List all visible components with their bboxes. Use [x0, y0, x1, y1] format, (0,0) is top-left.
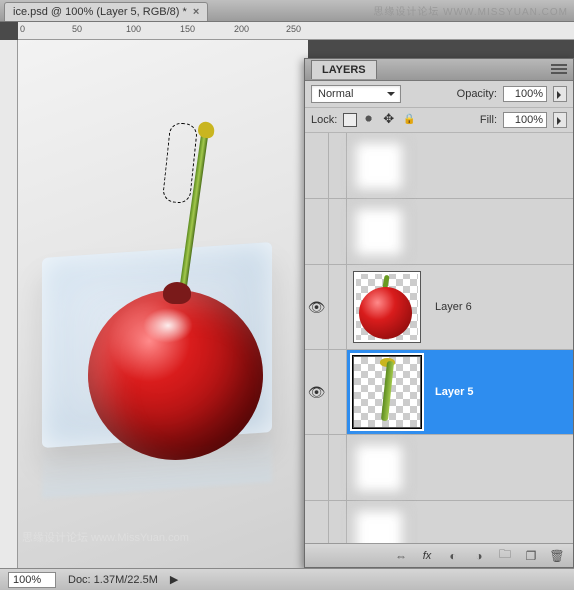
fx-icon[interactable]: fx [419, 548, 435, 564]
document-title: ice.psd @ 100% (Layer 5, RGB/8) * [13, 6, 187, 18]
opacity-input[interactable]: 100% [503, 86, 547, 102]
ruler-tick: 250 [286, 24, 301, 34]
panel-menu-icon[interactable] [551, 64, 567, 76]
link-col [329, 265, 347, 349]
layer-list: 👁 Layer 6 👁 Layer 5 [305, 133, 573, 543]
lock-position-icon[interactable] [383, 113, 397, 127]
lock-icons [343, 113, 417, 127]
ruler-horizontal: 0 50 100 150 200 250 [18, 22, 574, 40]
link-col [329, 199, 347, 264]
watermark-top: 思缘设计论坛 WWW.MISSYUAN.COM [373, 3, 568, 18]
lock-transparent-icon[interactable] [343, 113, 357, 127]
status-bar: 100% Doc: 1.37M/22.5M ▶ [0, 568, 574, 590]
visibility-toggle[interactable] [305, 199, 329, 264]
lock-row: Lock: Fill: 100% [305, 108, 573, 133]
lock-label: Lock: [311, 114, 337, 126]
layer-row-layer5[interactable]: 👁 Layer 5 [305, 350, 573, 435]
layer-thumb[interactable] [353, 508, 405, 544]
close-icon[interactable]: × [193, 6, 199, 18]
blend-row: Normal Opacity: 100% [305, 81, 573, 108]
fill-label: Fill: [480, 114, 497, 126]
layers-panel: LAYERS Normal Opacity: 100% Lock: Fill: … [304, 58, 574, 568]
layer-thumb[interactable] [353, 356, 421, 428]
link-layers-icon[interactable]: ⇔ [393, 548, 409, 564]
layer-row[interactable] [305, 501, 573, 543]
visibility-toggle[interactable]: 👁 [305, 350, 329, 434]
panel-header: LAYERS [305, 59, 573, 81]
fill-input[interactable]: 100% [503, 112, 547, 128]
blend-mode-select[interactable]: Normal [311, 85, 401, 103]
trash-icon[interactable]: 🗑 [549, 548, 565, 564]
ruler-tick: 0 [20, 24, 25, 34]
link-col [329, 350, 347, 434]
doc-size: Doc: 1.37M/22.5M [68, 574, 158, 586]
opacity-label: Opacity: [457, 88, 497, 100]
mask-icon[interactable]: ◐ [445, 548, 461, 564]
new-layer-icon[interactable]: ❐ [523, 548, 539, 564]
layer-thumb[interactable] [353, 206, 405, 258]
ruler-vertical [0, 40, 18, 568]
status-flyout-icon[interactable]: ▶ [170, 573, 178, 586]
link-col [329, 435, 347, 500]
layer-name[interactable]: Layer 6 [427, 301, 472, 313]
watermark-bottom: 思缘设计论坛 www.MissYuan.com [22, 529, 189, 545]
link-col [329, 501, 347, 543]
adjustment-icon[interactable]: ◑ [471, 548, 487, 564]
ruler-tick: 100 [126, 24, 141, 34]
artboard: 思缘设计论坛 www.MissYuan.com [18, 40, 308, 570]
layer-thumb[interactable] [353, 140, 405, 192]
panel-footer: ⇔ fx ◐ ◑ 🗀 ❐ 🗑 [305, 543, 573, 567]
lock-image-icon[interactable] [363, 113, 377, 127]
layer-row[interactable] [305, 435, 573, 501]
opacity-flyout-icon[interactable] [553, 86, 567, 102]
visibility-toggle[interactable]: 👁 [305, 265, 329, 349]
ruler-tick: 50 [72, 24, 82, 34]
layer-row-layer6[interactable]: 👁 Layer 6 [305, 265, 573, 350]
ruler-tick: 200 [234, 24, 249, 34]
fill-flyout-icon[interactable] [553, 112, 567, 128]
layer-row[interactable] [305, 133, 573, 199]
visibility-toggle[interactable] [305, 435, 329, 500]
layer-thumb[interactable] [353, 271, 421, 343]
cherry-graphic [88, 290, 263, 460]
link-col [329, 133, 347, 198]
group-icon[interactable]: 🗀 [497, 548, 513, 564]
panel-tab-layers[interactable]: LAYERS [311, 60, 377, 79]
layer-row[interactable] [305, 199, 573, 265]
zoom-field[interactable]: 100% [8, 572, 56, 588]
lock-all-icon[interactable] [403, 113, 417, 127]
ruler-tick: 150 [180, 24, 195, 34]
visibility-toggle[interactable] [305, 501, 329, 543]
layer-thumb[interactable] [353, 442, 405, 494]
visibility-toggle[interactable] [305, 133, 329, 198]
layer-name[interactable]: Layer 5 [427, 386, 474, 398]
document-tab[interactable]: ice.psd @ 100% (Layer 5, RGB/8) * × [4, 2, 208, 21]
